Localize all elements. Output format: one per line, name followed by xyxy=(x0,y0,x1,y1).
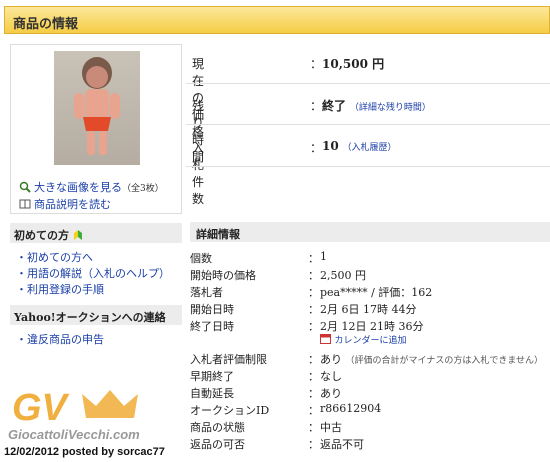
detail-label: 落札者 xyxy=(190,286,223,299)
product-thumbnail[interactable] xyxy=(54,51,140,165)
detail-colon: ： xyxy=(308,303,319,316)
detail-label: オークションID xyxy=(190,404,270,417)
magnifier-icon xyxy=(19,181,31,193)
detail-value: 中古 xyxy=(320,421,342,434)
beginner-link-registration[interactable]: ・利用登録の手順 xyxy=(16,281,104,297)
bids-value: 10 xyxy=(322,139,339,153)
detail-colon: ： xyxy=(308,421,319,434)
image-count: （全3枚） xyxy=(122,184,164,194)
crown-icon xyxy=(82,390,138,418)
detail-value: あり xyxy=(320,353,342,366)
report-violation-link[interactable]: ・違反商品の申告 xyxy=(16,331,104,347)
detail-label: 入札者評価制限 xyxy=(190,353,267,366)
beginner-leaf-icon xyxy=(73,230,82,240)
time-left-value-wrap: 終了 （詳細な残り時間） xyxy=(322,97,431,114)
toy-figure-image xyxy=(74,57,120,155)
detail-colon: ： xyxy=(308,269,319,282)
detail-value: あり xyxy=(320,387,342,400)
detail-label: 自動延長 xyxy=(190,387,234,400)
detail-value: 2,500 円 xyxy=(320,269,366,282)
detail-colon: ： xyxy=(308,320,319,333)
detail-label: 個数 xyxy=(190,252,212,265)
detail-value: 2月 6日 17時 44分 xyxy=(320,303,417,316)
time-left-value: 終了 xyxy=(322,99,347,113)
detail-label: 開始時の価格 xyxy=(190,269,256,282)
detail-value: r86612904 xyxy=(320,402,382,415)
view-large-label: 大きな画像を見る xyxy=(34,181,122,194)
section-title: 商品の情報 xyxy=(13,17,79,32)
bid-history-link[interactable]: （入札履歴） xyxy=(343,143,397,153)
watermark-site: GiocattoliVecchi.com xyxy=(8,427,140,442)
details-header: 詳細情報 xyxy=(190,222,550,242)
detail-value-wrap: あり （評価の合計がマイナスの方は入札できません） xyxy=(320,351,543,367)
divider xyxy=(186,166,550,167)
divider xyxy=(186,83,550,84)
watermark-logo: GV xyxy=(12,387,138,426)
price-colon: ： xyxy=(310,57,323,71)
time-left-colon: ： xyxy=(310,99,323,113)
detail-value: 1 xyxy=(320,250,327,263)
bids-value-wrap: 10 （入札履歴） xyxy=(322,139,397,153)
detail-note: （評価の合計がマイナスの方は入札できません） xyxy=(345,356,544,366)
detail-colon: ： xyxy=(308,387,319,400)
detail-colon: ： xyxy=(308,404,319,417)
detail-value: 2月 12日 21時 36分 xyxy=(320,320,424,333)
description-label: 商品説明を読む xyxy=(34,198,111,211)
detail-colon: ： xyxy=(308,353,319,366)
detail-label: 商品の状態 xyxy=(190,421,245,434)
detail-value: 返品不可 xyxy=(320,438,364,451)
detail-value: pea***** / 評価：162 xyxy=(320,286,433,299)
beginner-title: 初めての方 xyxy=(14,229,69,242)
read-description-link[interactable]: 商品説明を読む xyxy=(19,196,111,212)
book-icon xyxy=(19,199,31,209)
detail-label: 返品の可否 xyxy=(190,438,245,451)
calendar-icon xyxy=(320,334,331,344)
detail-colon: ： xyxy=(308,370,319,383)
beginner-link-intro[interactable]: ・初めての方へ xyxy=(16,249,93,265)
price-value: 10,500 円 xyxy=(322,57,385,71)
detail-colon: ： xyxy=(308,286,319,299)
detail-colon: ： xyxy=(308,252,319,265)
beginner-link-glossary[interactable]: ・用語の解説（入札のヘルプ） xyxy=(16,265,170,281)
details-title: 詳細情報 xyxy=(196,228,240,241)
detail-label: 終了日時 xyxy=(190,320,234,333)
view-large-image-link[interactable]: 大きな画像を見る（全3枚） xyxy=(19,179,164,195)
bids-label: 入札件数 xyxy=(192,141,205,206)
watermark-posted: 12/02/2012 posted by sorcac77 xyxy=(4,446,165,458)
bids-colon: ： xyxy=(310,141,323,155)
watermark-logo-text: GV xyxy=(12,387,70,426)
divider xyxy=(186,124,550,125)
calendar-label: カレンダーに追加 xyxy=(334,336,407,346)
image-panel: 大きな画像を見る（全3枚） 商品説明を読む xyxy=(10,44,182,214)
section-header: 商品の情報 xyxy=(4,6,550,34)
detail-value: なし xyxy=(320,370,342,383)
detailed-time-link[interactable]: （詳細な残り時間） xyxy=(350,103,431,113)
beginner-header: 初めての方 xyxy=(10,223,182,243)
detail-colon: ： xyxy=(308,438,319,451)
detail-label: 早期終了 xyxy=(190,370,234,383)
detail-label: 開始日時 xyxy=(190,303,234,316)
contact-title: Yahoo!オークションへの連絡 xyxy=(14,311,166,324)
contact-header: Yahoo!オークションへの連絡 xyxy=(10,305,182,325)
add-calendar-link[interactable]: カレンダーに追加 xyxy=(320,333,407,346)
